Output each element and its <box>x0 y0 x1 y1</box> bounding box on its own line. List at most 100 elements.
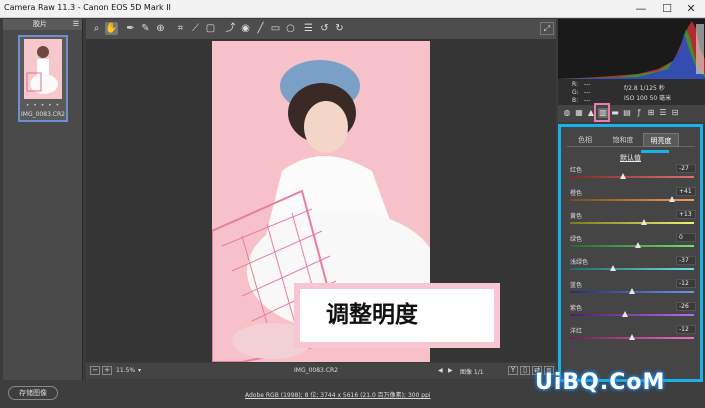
status-bar: − + 11.5% ▾ IMG_0083.CR2 ◀ ▶ 图像 1/1 Y ▯ … <box>86 363 556 379</box>
slider-value-field[interactable]: +41 <box>676 187 696 196</box>
slider-track[interactable] <box>570 268 694 270</box>
hand-icon[interactable]: ✋ <box>105 22 118 35</box>
filmstrip-panel: 胶片 ☰ • • • • • IMG_0083.CR2 <box>3 19 83 383</box>
tab-luminance[interactable]: 明亮度 <box>643 133 679 147</box>
slider-track[interactable] <box>570 176 694 178</box>
basic-panel-icon[interactable]: ◍ <box>562 108 572 118</box>
panel-tabs: ◍ ▦ ▲ ▥ ▬ ▤ ƒ ⊞ ☰ ⊟ <box>558 105 705 122</box>
slider-row: 黄色 +13 <box>568 210 696 231</box>
slider-label: 绿色 <box>570 236 583 243</box>
tab-saturation[interactable]: 饱和度 <box>605 133 641 147</box>
slider-thumb[interactable] <box>621 311 628 317</box>
hsl-highlight-box <box>594 103 610 122</box>
prev-image-icon[interactable]: ◀ <box>438 367 443 374</box>
title-bar: Camera Raw 11.3 - Canon EOS 5D Mark II —… <box>0 0 705 18</box>
crop-icon[interactable]: ⌗ <box>174 22 187 35</box>
slider-thumb[interactable] <box>635 242 642 248</box>
r-label: R: <box>572 81 579 88</box>
workflow-options-link[interactable]: Adobe RGB (1998); 8 位; 3744 x 5616 (21.0… <box>245 390 431 399</box>
image-count: 图像 1/1 <box>460 369 484 376</box>
slider-value-field[interactable]: -26 <box>676 302 696 311</box>
presets-icon[interactable]: ☰ <box>658 108 668 118</box>
rating-dots[interactable]: • • • • • <box>20 102 66 109</box>
red-eye-icon[interactable]: ◉ <box>239 22 252 35</box>
slider-thumb[interactable] <box>629 288 635 294</box>
graduated-filter-icon[interactable]: ▭ <box>269 22 282 35</box>
b-label: B: <box>572 97 579 104</box>
slider-value-field[interactable]: -12 <box>676 325 696 334</box>
status-filename: IMG_0083.CR2 <box>294 367 338 374</box>
slider-row: 红色 -27 <box>568 164 696 185</box>
window-title: Camera Raw 11.3 - Canon EOS 5D Mark II <box>4 3 171 12</box>
slider-row: 橙色 +41 <box>568 187 696 208</box>
slider-row: 浅绿色 -37 <box>568 256 696 277</box>
calibration-icon[interactable]: ⊞ <box>646 108 656 118</box>
caption-text: 调整明度 <box>300 289 494 342</box>
slider-track[interactable] <box>570 245 694 247</box>
targeted-adjust-icon[interactable]: ⊕ <box>154 22 167 35</box>
save-image-button[interactable]: 存储图像 <box>8 386 58 400</box>
split-toning-icon[interactable]: ▬ <box>610 108 620 118</box>
slider-value-field[interactable]: -27 <box>676 164 696 173</box>
zoom-icon[interactable]: ⌕ <box>90 22 103 35</box>
minimize-button[interactable]: — <box>629 2 653 15</box>
g-value: --- <box>584 89 591 96</box>
snapshots-icon[interactable]: ⊟ <box>670 108 680 118</box>
close-button[interactable]: ✕ <box>679 2 703 15</box>
slider-thumb[interactable] <box>620 173 627 179</box>
defaults-link[interactable]: 默认值 <box>561 153 700 163</box>
rotate-left-icon[interactable]: ↺ <box>318 22 331 35</box>
slider-label: 洋红 <box>570 328 583 335</box>
slider-value-field[interactable]: -37 <box>676 256 696 265</box>
slider-row: 蓝色 -12 <box>568 279 696 300</box>
slider-thumb[interactable] <box>629 334 635 340</box>
lens-icon[interactable]: ▤ <box>622 108 632 118</box>
view-y-button[interactable]: Y <box>508 366 518 375</box>
transform-icon[interactable]: ▢ <box>204 22 217 35</box>
zoom-dropdown-icon[interactable]: ▾ <box>138 367 141 374</box>
maximize-button[interactable]: ☐ <box>655 2 679 15</box>
caption-overlay: 调整明度 <box>294 283 500 348</box>
rotate-right-icon[interactable]: ↻ <box>333 22 346 35</box>
tone-curve-icon[interactable]: ▦ <box>574 108 584 118</box>
slider-track[interactable] <box>570 199 694 201</box>
slider-thumb[interactable] <box>668 196 675 202</box>
color-sampler-icon[interactable]: ✎ <box>139 22 152 35</box>
slider-thumb[interactable] <box>610 265 617 271</box>
effects-icon[interactable]: ƒ <box>634 108 644 118</box>
zoom-level[interactable]: 11.5% <box>116 367 135 374</box>
thumbnail-filename: IMG_0083.CR2 <box>21 111 65 118</box>
compare-view-button[interactable]: ▯ <box>520 366 530 375</box>
slider-label: 黄色 <box>570 213 583 220</box>
slider-row: 洋红 -12 <box>568 325 696 346</box>
preferences-icon[interactable]: ☰ <box>302 22 315 35</box>
g-label: G: <box>572 89 579 96</box>
zoom-in-button[interactable]: + <box>102 366 112 375</box>
exposure-info: f/2.8 1/125 秒 <box>624 85 665 92</box>
straighten-icon[interactable]: ⟋ <box>189 22 202 35</box>
radial-filter-icon[interactable]: ○ <box>284 22 297 35</box>
white-balance-icon[interactable]: ✒ <box>124 22 137 35</box>
adjustment-brush-icon[interactable]: ╱ <box>254 22 267 35</box>
slider-thumb[interactable] <box>641 219 648 225</box>
fullscreen-button[interactable]: ⤢ <box>540 22 554 35</box>
watermark: UiBQ.CoM <box>535 370 666 395</box>
slider-value-field[interactable]: +13 <box>676 210 696 219</box>
slider-track[interactable] <box>570 222 694 224</box>
spot-removal-icon[interactable]: ⤴ <box>224 22 237 35</box>
next-image-icon[interactable]: ▶ <box>448 367 453 374</box>
zoom-out-button[interactable]: − <box>90 366 100 375</box>
tab-hue[interactable]: 色相 <box>567 133 603 147</box>
histogram-graph <box>558 21 705 79</box>
filmstrip-menu-icon[interactable]: ☰ <box>73 19 79 30</box>
slider-value-field[interactable]: -12 <box>676 279 696 288</box>
camera-info: R: --- G: --- B: --- f/2.8 1/125 秒 ISO 1… <box>558 79 705 105</box>
slider-label: 红色 <box>570 167 583 174</box>
iso-info: ISO 100 50 毫米 <box>624 95 672 102</box>
hsl-panel: 色相 饱和度 明亮度 默认值 红色 -27 橙色 +41 黄色 +13 绿色 0 浅绿色 -37 蓝… <box>558 124 703 382</box>
thumbnail[interactable]: • • • • • IMG_0083.CR2 <box>18 35 68 122</box>
toolbar: ⌕ ✋ ✒ ✎ ⊕ ⌗ ⟋ ▢ ⤴ ◉ ╱ ▭ ○ ☰ ↺ ↻ ⤢ <box>86 19 556 39</box>
hsl-subtabs: 色相 饱和度 明亮度 <box>567 133 695 147</box>
slider-value-field[interactable]: 0 <box>676 233 696 242</box>
slider-track[interactable] <box>570 314 694 316</box>
